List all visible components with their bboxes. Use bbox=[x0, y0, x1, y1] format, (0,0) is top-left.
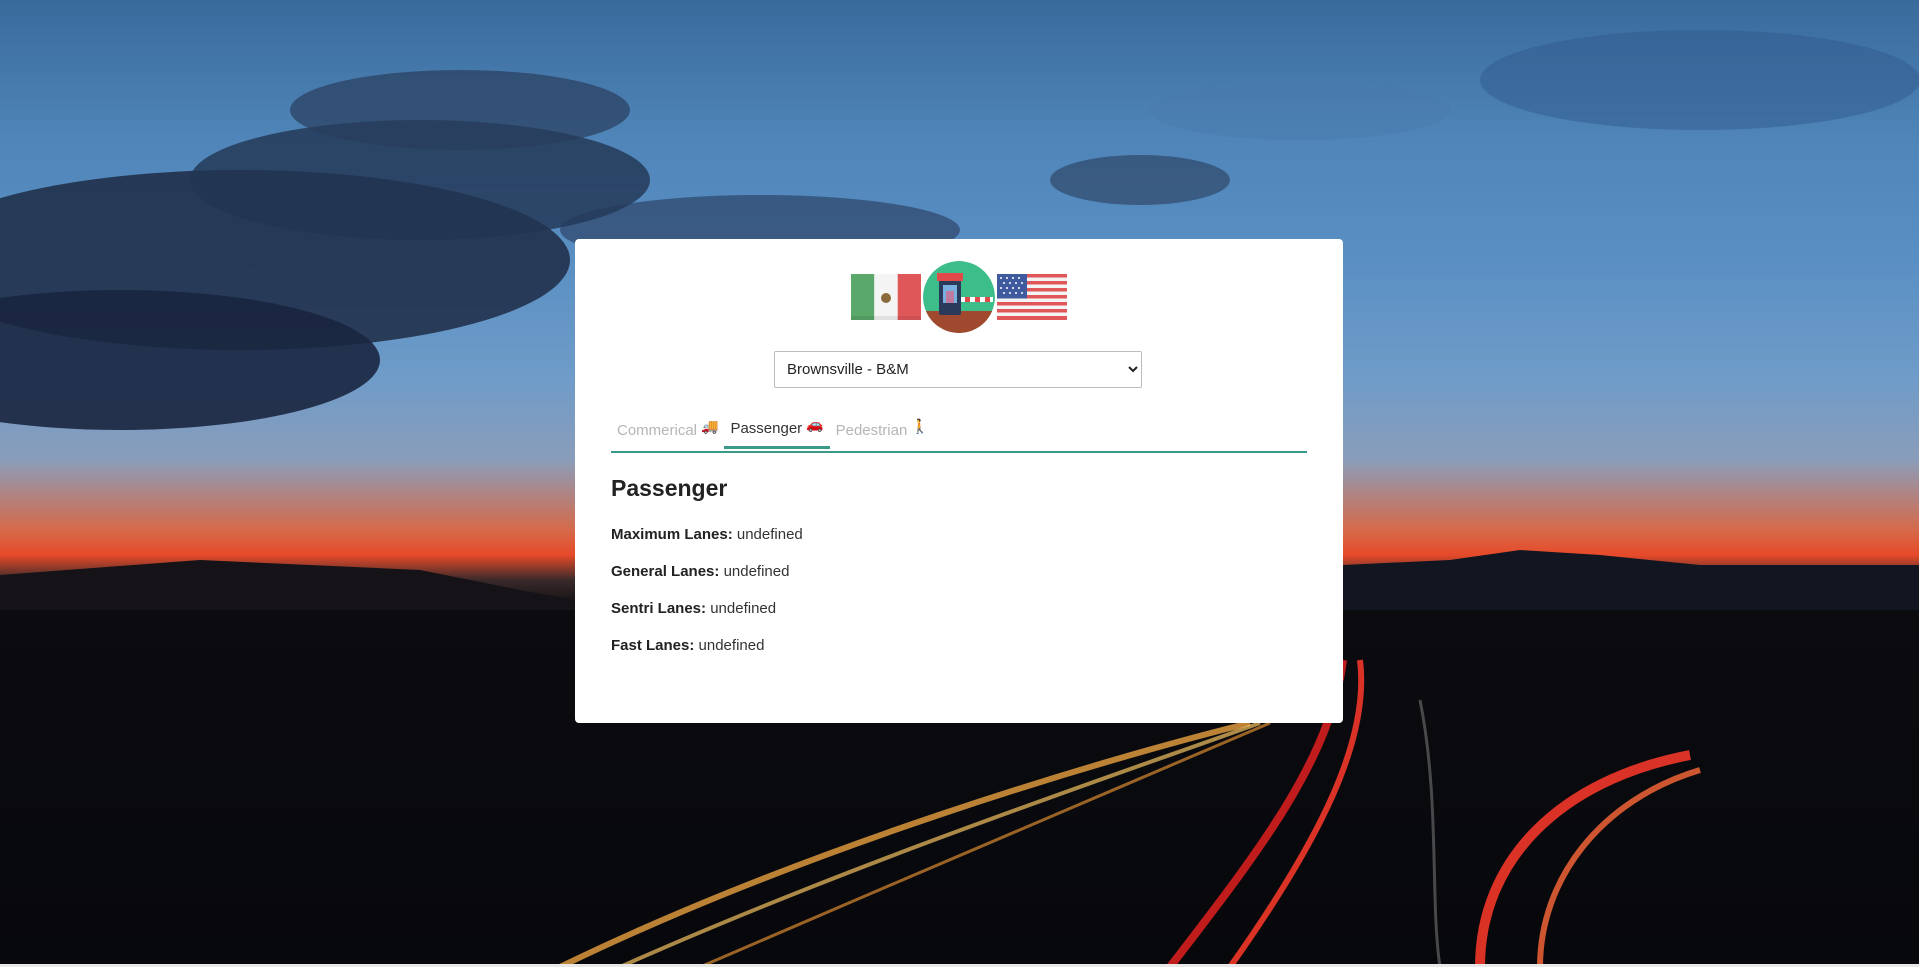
crossing-select-wrap: Brownsville - B&M bbox=[774, 351, 1142, 388]
tab-pedestrian[interactable]: Pedestrian 🚶 bbox=[830, 411, 935, 449]
truck-icon: 🚚 bbox=[701, 417, 719, 434]
border-wait-card: Brownsville - B&M Commerical 🚚 Passenger… bbox=[575, 239, 1343, 723]
maximum-lanes-value: undefined bbox=[736, 526, 803, 543]
fast-lanes-value: undefined bbox=[698, 637, 765, 654]
logo-row bbox=[575, 261, 1343, 333]
tab-commercial-label: Commerical bbox=[617, 421, 698, 439]
sentri-lanes-row: Sentri Lanes: undefined bbox=[611, 600, 776, 617]
border-booth-icon bbox=[923, 261, 995, 333]
sentri-lanes-value: undefined bbox=[710, 600, 777, 617]
general-lanes-row: General Lanes: undefined bbox=[611, 563, 789, 580]
fast-lanes-row: Fast Lanes: undefined bbox=[611, 637, 764, 654]
tab-passenger-label: Passenger bbox=[730, 420, 803, 437]
maximum-lanes-row: Maximum Lanes: undefined bbox=[611, 526, 803, 543]
sentri-lanes-label: Sentri Lanes: bbox=[611, 600, 707, 617]
fast-lanes-label: Fast Lanes: bbox=[611, 637, 695, 654]
car-icon: 🚗 bbox=[806, 416, 824, 432]
lane-type-tabs: Commerical 🚚 Passenger 🚗 Pedestrian 🚶 bbox=[611, 411, 1307, 453]
usa-flag-icon bbox=[997, 274, 1067, 320]
general-lanes-value: undefined bbox=[723, 563, 790, 580]
tab-commercial[interactable]: Commerical 🚚 bbox=[611, 411, 724, 449]
maximum-lanes-label: Maximum Lanes: bbox=[611, 526, 733, 543]
mexico-flag-icon bbox=[851, 274, 921, 320]
tab-pedestrian-label: Pedestrian bbox=[835, 421, 908, 439]
tab-passenger[interactable]: Passenger 🚗 bbox=[724, 411, 830, 449]
general-lanes-label: General Lanes: bbox=[611, 563, 720, 580]
pedestrian-icon: 🚶 bbox=[911, 417, 929, 434]
crossing-select[interactable]: Brownsville - B&M bbox=[774, 351, 1142, 388]
section-title: Passenger bbox=[611, 475, 728, 501]
